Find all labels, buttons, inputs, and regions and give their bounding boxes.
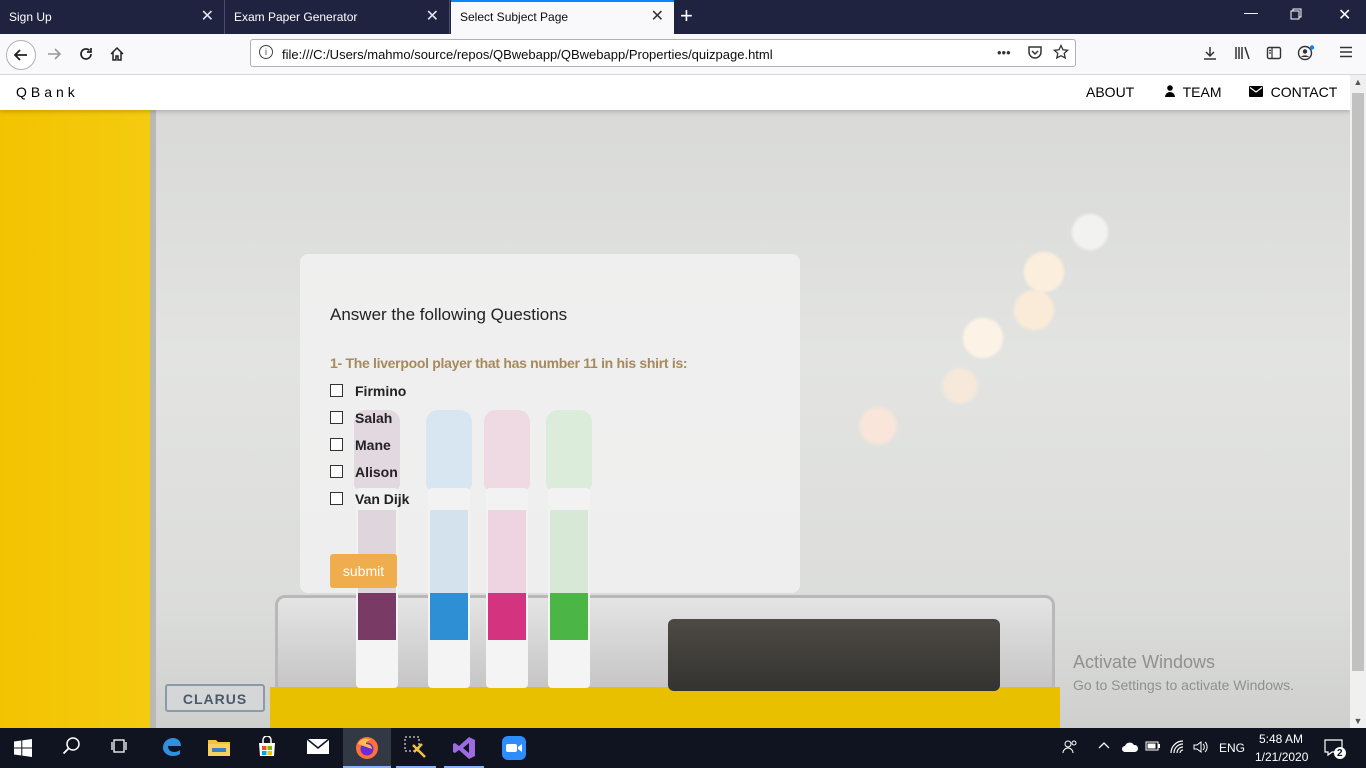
account-icon[interactable] [1297, 45, 1315, 65]
scroll-up-arrow-icon[interactable]: ▲ [1350, 77, 1366, 87]
window-close-icon[interactable]: ✕ [1338, 5, 1351, 25]
option-label: Firmino [355, 383, 407, 399]
page-actions-icon[interactable]: ••• [997, 45, 1011, 60]
build-tools-icon[interactable] [404, 736, 428, 760]
envelope-icon [1249, 85, 1267, 100]
sidebar-icon[interactable] [1266, 45, 1282, 65]
search-icon[interactable] [62, 736, 86, 760]
activate-windows-subtitle: Go to Settings to activate Windows. [1073, 677, 1294, 693]
background-tray-base [270, 687, 1060, 728]
onedrive-icon[interactable] [1121, 740, 1139, 757]
nav-label: CONTACT [1270, 84, 1338, 100]
minimize-icon[interactable]: — [1244, 4, 1258, 20]
close-icon[interactable]: ✕ [426, 6, 439, 26]
site-brand[interactable]: QBank [16, 84, 79, 100]
tab-sign-up[interactable]: Sign Up ✕ [0, 0, 225, 34]
browser-tab-bar: Sign Up ✕ Exam Paper Generator ✕ Select … [0, 0, 1366, 34]
checkbox[interactable] [330, 411, 343, 424]
question-text: 1- The liverpool player that has number … [330, 355, 688, 371]
info-icon[interactable]: i [259, 45, 273, 59]
page-scrollbar[interactable]: ▲ ▼ [1350, 75, 1366, 728]
quiz-form: Answer the following Questions 1- The li… [300, 254, 800, 593]
scroll-down-arrow-icon[interactable]: ▼ [1350, 716, 1366, 726]
site-header: QBank ABOUT TEAM CONTACT [0, 75, 1350, 110]
people-icon[interactable] [1062, 739, 1078, 758]
tab-title: Sign Up [9, 10, 52, 24]
home-icon [110, 46, 124, 61]
clock-time[interactable]: 5:48 AM [1259, 732, 1303, 746]
checkbox[interactable] [330, 438, 343, 451]
background-clarus-logo: CLARUS [165, 684, 265, 712]
visual-studio-icon[interactable] [452, 736, 476, 760]
nav-contact[interactable]: CONTACT [1249, 84, 1337, 100]
background-frame-edge [150, 110, 156, 728]
browser-toolbar: i file:///C:/Users/mahmo/source/repos/QB… [0, 34, 1366, 75]
zoom-icon[interactable] [502, 736, 526, 760]
reload-button[interactable] [72, 40, 100, 68]
windows-taskbar: ENG 5:48 AM 1/21/2020 2 [0, 728, 1366, 768]
clock-date[interactable]: 1/21/2020 [1255, 750, 1308, 764]
forward-button[interactable] [40, 40, 68, 68]
pocket-icon[interactable] [1027, 44, 1043, 64]
nav-label: ABOUT [1086, 84, 1135, 100]
home-button[interactable] [103, 40, 131, 68]
chevron-up-icon[interactable] [1098, 739, 1110, 754]
option-label: Van Dijk [355, 491, 410, 507]
task-view-icon[interactable] [110, 736, 134, 760]
back-button[interactable] [6, 40, 36, 70]
hamburger-menu-icon[interactable] [1339, 45, 1353, 63]
mail-icon[interactable] [306, 736, 330, 760]
background-yellow-wall [0, 110, 150, 728]
page-viewport: CLARUS QBank ABOUT TEAM CONTACT Answer t… [0, 75, 1350, 728]
arrow-left-icon [13, 49, 27, 61]
tab-title: Select Subject Page [460, 10, 569, 24]
file-explorer-icon[interactable] [207, 736, 231, 760]
option-label: Salah [355, 410, 393, 426]
download-icon[interactable] [1202, 45, 1218, 65]
new-tab-button[interactable]: + [680, 3, 693, 29]
submit-button[interactable]: submit [330, 554, 397, 588]
close-icon[interactable]: ✕ [201, 6, 214, 26]
address-bar[interactable]: i file:///C:/Users/mahmo/source/repos/QB… [250, 39, 1076, 67]
wifi-icon[interactable] [1170, 740, 1186, 757]
scrollbar-thumb[interactable] [1352, 93, 1364, 671]
checkbox[interactable] [330, 492, 343, 505]
checkbox[interactable] [330, 384, 343, 397]
arrow-right-icon [48, 48, 62, 60]
windows-start-icon[interactable] [14, 739, 38, 763]
bookmark-star-icon[interactable] [1052, 43, 1070, 64]
tab-title: Exam Paper Generator [234, 10, 358, 24]
user-icon [1165, 85, 1179, 100]
option-label: Mane [355, 437, 391, 453]
firefox-icon[interactable] [355, 736, 379, 760]
option-label: Alison [355, 464, 398, 480]
reload-icon [80, 48, 92, 60]
tab-exam-paper-generator[interactable]: Exam Paper Generator ✕ [225, 0, 450, 34]
checkbox[interactable] [330, 465, 343, 478]
nav-team[interactable]: TEAM [1165, 84, 1222, 100]
restore-icon[interactable] [1290, 7, 1302, 23]
language-indicator[interactable]: ENG [1219, 741, 1245, 755]
edge-browser-icon[interactable] [160, 736, 184, 760]
background-eraser [668, 619, 1000, 691]
close-icon[interactable]: ✕ [651, 6, 664, 26]
nav-label: TEAM [1182, 84, 1222, 100]
battery-icon[interactable] [1145, 740, 1161, 755]
notification-count: 2 [1337, 748, 1343, 759]
nav-about[interactable]: ABOUT [1086, 84, 1134, 100]
library-icon[interactable] [1234, 45, 1252, 65]
url-text[interactable]: file:///C:/Users/mahmo/source/repos/QBwe… [282, 47, 773, 62]
volume-icon[interactable] [1192, 739, 1208, 758]
activate-windows-title: Activate Windows [1073, 652, 1216, 672]
quiz-heading: Answer the following Questions [330, 305, 568, 324]
tab-select-subject-page[interactable]: Select Subject Page ✕ [451, 0, 674, 34]
microsoft-store-icon[interactable] [256, 735, 280, 760]
